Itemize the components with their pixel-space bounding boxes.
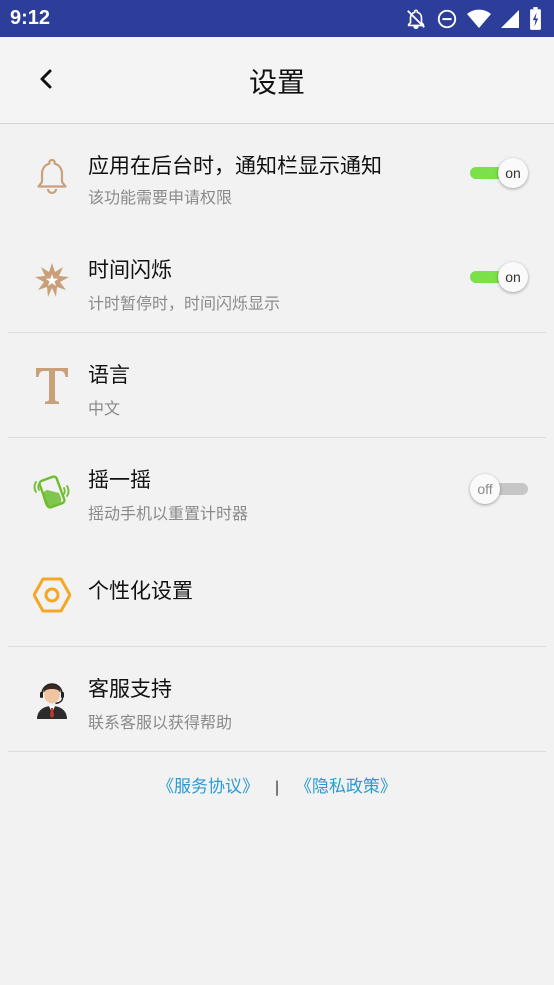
setting-subtitle: 计时暂停时，时间闪烁显示 [88, 294, 281, 313]
toggle-knob: on [498, 262, 528, 292]
setting-row-support[interactable]: 客服支持 联系客服以获得帮助 [0, 647, 554, 752]
setting-subtitle: 该功能需要申请权限 [88, 188, 233, 207]
shake-phone-icon [32, 470, 72, 510]
signal-icon [500, 8, 520, 30]
divider [8, 751, 546, 752]
setting-title: 摇一摇 [88, 468, 151, 492]
battery-icon [529, 6, 542, 31]
setting-title: 客服支持 [88, 677, 172, 701]
setting-title: 个性化设置 [88, 579, 193, 603]
settings-list: 应用在后台时，通知栏显示通知 该功能需要申请权限 on 时间闪烁 计时暂停时，时… [0, 124, 554, 752]
support-agent-icon [32, 679, 72, 719]
privacy-policy-link[interactable]: 《隐私政策》 [295, 777, 397, 797]
setting-subtitle: 摇动手机以重置计时器 [88, 504, 249, 523]
notifications-off-icon [405, 8, 427, 30]
setting-row-personalization[interactable]: 个性化设置 [0, 543, 554, 647]
page-title: 设置 [248, 66, 305, 99]
toggle-knob: off [470, 474, 500, 504]
status-bar: 9:12 [0, 0, 554, 37]
footer-separator: | [274, 778, 280, 796]
setting-subtitle: 联系客服以获得帮助 [88, 713, 233, 732]
setting-subtitle: 中文 [88, 399, 121, 418]
setting-title: 语言 [88, 363, 130, 387]
hexagon-icon [32, 575, 72, 615]
shake-toggle[interactable]: off [470, 474, 528, 504]
wifi-icon [467, 8, 491, 30]
setting-row-background-notification[interactable]: 应用在后台时，通知栏显示通知 该功能需要申请权限 on [0, 124, 554, 228]
text-t-icon [32, 365, 72, 405]
setting-row-shake[interactable]: 摇一摇 摇动手机以重置计时器 off [0, 438, 554, 543]
bell-icon [32, 156, 72, 196]
setting-title: 应用在后台时，通知栏显示通知 [88, 154, 382, 178]
setting-row-language[interactable]: 语言 中文 [0, 333, 554, 438]
time-blink-toggle[interactable]: on [470, 262, 528, 292]
do-not-disturb-icon [436, 8, 458, 30]
setting-title: 时间闪烁 [88, 258, 172, 282]
setting-row-time-blink[interactable]: 时间闪烁 计时暂停时，时间闪烁显示 on [0, 228, 554, 333]
notification-toggle[interactable]: on [470, 158, 528, 188]
toggle-knob: on [498, 158, 528, 188]
status-icons [405, 6, 542, 31]
star-burst-icon [32, 260, 72, 300]
service-agreement-link[interactable]: 《服务协议》 [157, 777, 259, 797]
status-time: 9:12 [10, 7, 51, 29]
footer-links: 《服务协议》 | 《隐私政策》 [0, 772, 554, 797]
app-header: 设置 [0, 37, 554, 124]
